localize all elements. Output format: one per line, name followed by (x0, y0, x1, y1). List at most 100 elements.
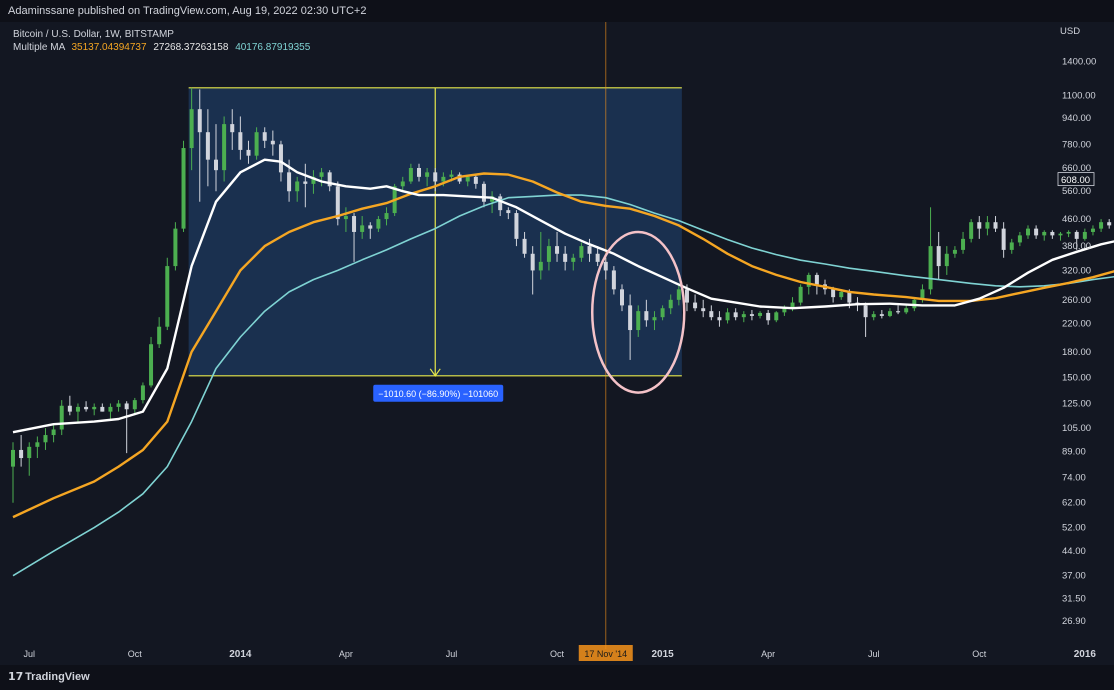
candle-body (879, 314, 884, 316)
y-tick-label: 1400.00 (1062, 57, 1096, 68)
candle-body (35, 442, 40, 447)
y-tick-label: 180.00 (1062, 347, 1091, 358)
candle-body (985, 222, 990, 229)
crosshair-date-label: 17 Nov '14 (584, 649, 627, 659)
y-tick-label: 125.00 (1062, 398, 1091, 409)
candle-body (441, 176, 446, 182)
candle-body (538, 261, 543, 271)
candle-body (725, 312, 730, 321)
candle-body (465, 176, 470, 182)
y-tick-label: 320.00 (1062, 265, 1091, 276)
candle-body (116, 403, 121, 407)
candle-body (766, 312, 771, 321)
x-tick-label: Oct (128, 649, 143, 659)
candle-body (652, 317, 657, 321)
y-tick-label: 31.50 (1062, 594, 1086, 605)
candle-body (839, 291, 844, 298)
candle-body (887, 311, 892, 316)
y-tick-label: 62.00 (1062, 498, 1086, 509)
candle-body (579, 246, 584, 258)
tradingview-logo[interactable]: 𝟭𝟳 TradingView (8, 665, 90, 690)
candle-body (1026, 228, 1030, 236)
candle-body (611, 270, 616, 290)
candle-body (343, 216, 348, 220)
candle-body (473, 176, 478, 184)
candle-body (1066, 231, 1071, 234)
candle-body (425, 172, 430, 177)
x-tick-label: 2014 (229, 649, 252, 660)
candle-body (433, 172, 438, 182)
candle-body (230, 124, 235, 133)
candle-body (1099, 222, 1104, 229)
candle-body (506, 210, 511, 214)
candle-body (59, 405, 64, 430)
candle-body (278, 144, 283, 173)
candle-body (197, 109, 202, 133)
candle-body (132, 400, 137, 410)
candle-body (676, 289, 681, 300)
candle-body (563, 253, 568, 262)
y-tick-label: 1100.00 (1062, 91, 1096, 102)
candle-body (896, 311, 901, 313)
candle-body (157, 326, 162, 345)
price-chart[interactable]: −1010.60 (−86.90%) −101060 USD 1400.00 1100… (0, 22, 1114, 665)
candle-body (522, 238, 527, 254)
candle-body (75, 406, 80, 412)
candle-body (660, 308, 665, 318)
candle-body (408, 167, 413, 182)
candle-body (952, 249, 957, 254)
candle-body (19, 449, 24, 459)
candle-body (530, 253, 535, 271)
candle-body (368, 225, 373, 229)
candle-body (262, 132, 267, 141)
candle-body (246, 149, 251, 156)
candle-body (814, 274, 819, 285)
x-tick-label: 2016 (1074, 649, 1097, 660)
currency-label: USD (1060, 26, 1080, 37)
candle-body (693, 302, 698, 309)
candle-body (384, 213, 389, 220)
candle-body (181, 148, 186, 229)
candle-body (1050, 231, 1055, 236)
candle-body (831, 289, 836, 298)
y-tick-label: 44.00 (1062, 546, 1086, 557)
candle-body (417, 167, 421, 177)
candle-body (108, 406, 113, 412)
candle-body (668, 299, 673, 309)
y-tick-label: 52.00 (1062, 523, 1086, 534)
candle-body (165, 266, 170, 327)
x-tick-label: Oct (972, 649, 987, 659)
candle-body (352, 216, 357, 232)
candle-body (400, 181, 405, 187)
candle-body (1001, 228, 1006, 250)
candle-body (173, 228, 178, 267)
y-tick-label: 37.00 (1062, 571, 1086, 582)
candle-body (904, 308, 909, 313)
candle-body (303, 181, 308, 184)
candle-body (335, 186, 340, 220)
y-tick-label: 380.00 (1062, 241, 1091, 252)
y-tick-label: 460.00 (1062, 214, 1091, 225)
candle-body (603, 261, 608, 271)
candle-body (1082, 231, 1087, 239)
candle-body (84, 406, 89, 410)
candle-body (636, 311, 641, 331)
candle-body (571, 257, 576, 262)
candle-body (936, 246, 941, 267)
candle-body (928, 246, 933, 290)
candle-body (758, 312, 763, 316)
candle-body (555, 246, 560, 254)
footer-bar: 𝟭𝟳 TradingView (0, 665, 1114, 690)
candle-body (319, 172, 324, 177)
candle-body (717, 317, 722, 321)
y-tick-label: 74.00 (1062, 473, 1086, 484)
candle-body (205, 132, 210, 160)
candle-body (546, 246, 551, 262)
candle-body (644, 311, 649, 321)
candle-body (993, 222, 998, 229)
candle-body (701, 308, 706, 312)
candle-body (709, 311, 714, 318)
last-price-label: 608.00 (1061, 175, 1090, 186)
candle-body (238, 132, 243, 150)
candle-body (749, 314, 754, 316)
